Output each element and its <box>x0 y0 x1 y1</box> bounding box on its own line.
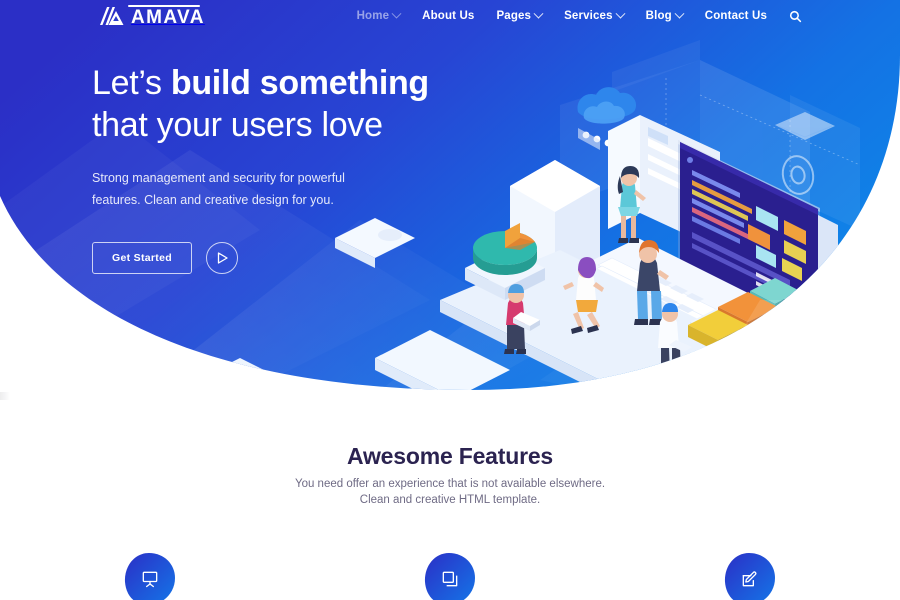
play-video-button[interactable] <box>206 242 238 274</box>
features-subtitle-line2: Clean and creative HTML template. <box>359 494 541 506</box>
play-icon <box>217 252 228 264</box>
hero-subtitle-line1: Strong management and security for power… <box>92 171 345 185</box>
hero-headline-line2: that your users love <box>92 106 383 144</box>
hero-subtitle: Strong management and security for power… <box>92 167 422 211</box>
main-nav: Home About Us Pages Services Blog Contac… <box>346 0 808 32</box>
feature-card-1[interactable] <box>0 552 300 600</box>
hero-headline: Let’s build something that your users lo… <box>92 62 512 146</box>
hero-copy: Let’s build something that your users lo… <box>92 62 512 274</box>
features-section: Awesome Features You need offer an exper… <box>0 400 900 600</box>
chevron-down-icon <box>674 8 685 19</box>
page-title: Awesome Features <box>346 443 554 469</box>
copy-layers-icon <box>442 571 458 587</box>
top-navigation-bar: AMAVA Home About Us Pages Services Blog … <box>0 0 900 32</box>
mountain-slash-logo-icon <box>100 7 124 25</box>
hero-headline-bold: build something <box>170 64 429 102</box>
hero-cta-row: Get Started <box>92 242 512 274</box>
feature-card-3[interactable] <box>600 552 900 600</box>
pencil-edit-icon <box>742 571 757 587</box>
nav-search-button[interactable] <box>782 0 808 32</box>
hero-subtitle-line2: features. Clean and creative design for … <box>92 193 334 207</box>
nav-item-services-label: Services <box>564 10 613 22</box>
nav-item-pages[interactable]: Pages <box>485 0 553 32</box>
feature-icon-blob-3 <box>723 552 777 600</box>
chevron-down-icon <box>533 8 544 19</box>
search-icon <box>789 10 801 22</box>
nav-item-blog[interactable]: Blog <box>635 0 694 32</box>
features-subtitle: You need offer an experience that is not… <box>0 476 900 508</box>
nav-item-contact-us-label: Contact Us <box>704 10 767 22</box>
hero-headline-line1: Let’s build something <box>92 64 429 102</box>
hero-headline-light: Let’s <box>92 64 171 102</box>
chevron-down-icon <box>391 8 402 19</box>
chevron-down-icon <box>615 8 626 19</box>
logo-underline <box>128 5 200 7</box>
nav-item-blog-label: Blog <box>645 10 672 22</box>
brand-logo-text: AMAVA <box>131 6 205 28</box>
feature-card-row <box>0 552 900 600</box>
features-subtitle-line1: You need offer an experience that is not… <box>294 478 606 490</box>
nav-item-about-us-label: About Us <box>422 10 475 22</box>
feature-card-2[interactable] <box>300 552 600 600</box>
nav-item-home-label: Home <box>356 10 390 22</box>
feature-icon-blob-1 <box>123 552 177 600</box>
page-root: Awesome Features You need offer an exper… <box>0 0 900 600</box>
get-started-button[interactable]: Get Started <box>92 242 192 274</box>
nav-item-contact-us[interactable]: Contact Us <box>694 0 778 32</box>
nav-item-about-us[interactable]: About Us <box>411 0 485 32</box>
nav-item-pages-label: Pages <box>496 10 532 22</box>
feature-icon-blob-2 <box>423 552 477 600</box>
nav-item-home[interactable]: Home <box>346 0 412 32</box>
nav-item-services[interactable]: Services <box>553 0 635 32</box>
hero-section: AMAVA Home About Us Pages Services Blog … <box>0 0 900 400</box>
easel-board-icon <box>142 571 158 588</box>
